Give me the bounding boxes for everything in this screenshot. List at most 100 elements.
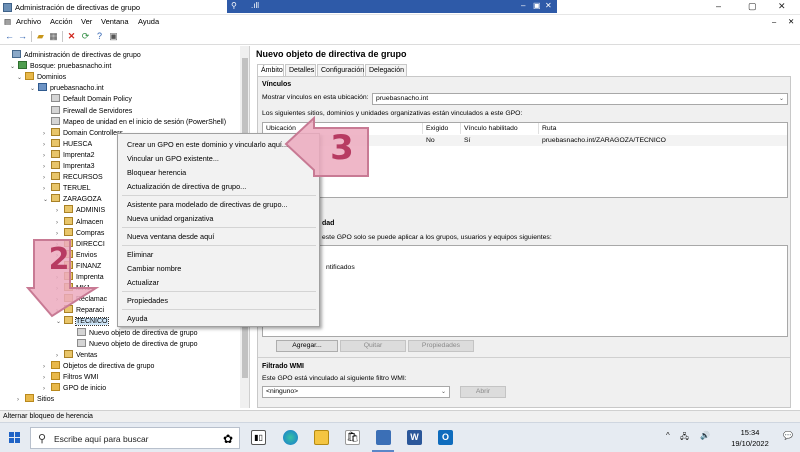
edge-icon[interactable] bbox=[283, 430, 298, 445]
tree-node-label: GPO de inicio bbox=[63, 385, 107, 392]
show-tree-icon[interactable]: ▦ bbox=[48, 31, 59, 42]
menu-accion[interactable]: Acción bbox=[50, 17, 73, 26]
menu-item-properties[interactable]: Propiedades bbox=[127, 296, 168, 305]
properties-button[interactable]: Propiedades bbox=[408, 340, 474, 352]
task-view-icon[interactable]: ▮▯ bbox=[251, 430, 266, 445]
security-filter-list[interactable]: ntificados bbox=[262, 245, 788, 337]
delete-icon[interactable]: ✕ bbox=[66, 31, 77, 42]
minimize-button[interactable]: – bbox=[716, 1, 721, 11]
tree-node[interactable]: › Compras bbox=[56, 227, 105, 239]
column-exigido[interactable]: Exigido bbox=[423, 123, 461, 134]
menu-item-block-inheritance[interactable]: Bloquear herencia bbox=[127, 168, 186, 177]
taskbar-search[interactable]: ⚲ Escribe aquí para buscar ✿ bbox=[30, 427, 240, 449]
menu-ayuda[interactable]: Ayuda bbox=[138, 17, 159, 26]
column-vinculo-habilitado[interactable]: Vínculo habilitado bbox=[461, 123, 539, 134]
wmi-filter-dropdown[interactable]: <ninguno> ⌄ bbox=[262, 386, 450, 398]
rdp-close-button[interactable]: ✕ bbox=[545, 1, 552, 10]
tray-chevron-icon[interactable]: ^ bbox=[666, 431, 670, 440]
properties-icon[interactable]: ▣ bbox=[108, 31, 119, 42]
menu-archivo[interactable]: Archivo bbox=[16, 17, 41, 26]
menu-ver[interactable]: Ver bbox=[81, 17, 92, 26]
tab-detalles[interactable]: Detalles bbox=[285, 64, 316, 76]
menu-item-help[interactable]: Ayuda bbox=[127, 314, 148, 323]
tree-node[interactable]: › Almacen bbox=[56, 216, 103, 228]
tree-node[interactable]: › Objetos de directiva de grupo bbox=[43, 360, 154, 372]
menu-item-gp-update[interactable]: Actualización de directiva de grupo... bbox=[127, 182, 246, 191]
tree-node[interactable]: Nuevo objeto de directiva de grupo bbox=[69, 338, 198, 350]
mmc-close-button[interactable]: ✕ bbox=[788, 17, 794, 26]
tree-node[interactable]: › Imprenta2 bbox=[43, 149, 95, 161]
tree-node[interactable]: ⌄ Dominios bbox=[17, 72, 66, 83]
toolbar-separator bbox=[31, 31, 32, 42]
tree-node[interactable]: › Ventas bbox=[56, 349, 97, 361]
tree-node[interactable]: › GPO de inicio bbox=[43, 383, 106, 394]
rdp-minimize-button[interactable]: – bbox=[521, 1, 525, 10]
restore-button[interactable]: ▢ bbox=[748, 1, 757, 12]
tab-ambito[interactable]: Ámbito bbox=[257, 64, 284, 76]
tab-delegacion[interactable]: Delegación bbox=[365, 64, 407, 76]
menu-item-delete[interactable]: Eliminar bbox=[127, 250, 153, 259]
network-icon[interactable]: 🖧 bbox=[680, 431, 689, 445]
collapse-chevron-icon[interactable]: ⌄ bbox=[56, 317, 64, 328]
list-item[interactable]: ntificados bbox=[323, 262, 355, 273]
menu-item-modeling-wizard[interactable]: Asistente para modelado de directivas de… bbox=[127, 200, 288, 209]
collapse-chevron-icon[interactable]: ⌄ bbox=[30, 84, 38, 95]
server-manager-icon[interactable] bbox=[376, 430, 391, 445]
tree-node[interactable]: › Domain Controllers bbox=[43, 127, 123, 139]
up-folder-icon[interactable]: ▰ bbox=[35, 31, 46, 42]
tree-node[interactable]: Firewall de Servidores bbox=[43, 105, 132, 117]
windows-start-icon[interactable] bbox=[9, 432, 21, 444]
notifications-icon[interactable]: 💬 bbox=[783, 431, 793, 440]
tree-node-label: Compras bbox=[76, 229, 105, 237]
tree-node[interactable]: › ADMINIS bbox=[56, 205, 105, 216]
tree-node[interactable]: Mapeo de unidad en el inicio de sesión (… bbox=[43, 116, 226, 128]
tree-node[interactable]: › Imprenta3 bbox=[43, 161, 95, 172]
store-icon[interactable]: 🛍 bbox=[345, 430, 360, 445]
tree-node[interactable]: ⌄ Bosque: pruebasnacho.int bbox=[10, 61, 111, 72]
pin-icon[interactable]: ⚲ bbox=[231, 1, 237, 10]
tree-node[interactable]: ⌄ ZARAGOZA bbox=[43, 194, 102, 205]
tree-node[interactable]: › Sitios bbox=[17, 394, 54, 405]
connection-signal-icon[interactable]: .ıll bbox=[251, 1, 259, 10]
forward-icon[interactable]: → bbox=[17, 31, 28, 42]
word-icon[interactable]: W bbox=[407, 430, 422, 445]
tree-node[interactable]: Nuevo objeto de directiva de grupo bbox=[69, 327, 198, 339]
menu-item-link-existing-gpo[interactable]: Vincular un GPO existente... bbox=[127, 154, 219, 163]
menu-item-rename[interactable]: Cambiar nombre bbox=[127, 264, 181, 273]
close-button[interactable]: ✕ bbox=[778, 1, 786, 12]
taskbar-clock[interactable]: 15:34 19/10/2022 bbox=[722, 427, 778, 449]
file-explorer-icon[interactable] bbox=[314, 430, 329, 445]
tree-node[interactable]: › RECURSOS bbox=[43, 172, 103, 183]
menu-item-new-window[interactable]: Nueva ventana desde aquí bbox=[127, 232, 214, 241]
mmc-minimize-button[interactable]: – bbox=[772, 17, 776, 26]
tree-node[interactable]: ⌄ pruebasnacho.int bbox=[30, 83, 104, 94]
help-icon[interactable]: ? bbox=[94, 31, 105, 42]
tree-node[interactable]: Administración de directivas de grupo bbox=[4, 50, 141, 61]
tree-node[interactable]: Default Domain Policy bbox=[43, 94, 132, 105]
menu-ventana[interactable]: Ventana bbox=[101, 17, 129, 26]
expand-chevron-icon[interactable]: › bbox=[17, 395, 25, 406]
gpo-icon bbox=[51, 116, 60, 125]
tree-node[interactable]: ⌄ TECNICO bbox=[56, 316, 109, 328]
menu-item-new-ou[interactable]: Nueva unidad organizativa bbox=[127, 214, 213, 223]
rdp-restore-button[interactable]: ▣ bbox=[533, 1, 541, 10]
volume-icon[interactable]: 🔊 bbox=[700, 431, 710, 440]
remote-desktop-bar[interactable]: ⚲ .ıll – ▣ ✕ bbox=[227, 0, 557, 13]
collapse-chevron-icon[interactable]: ⌄ bbox=[17, 73, 25, 84]
remove-button[interactable]: Quitar bbox=[340, 340, 406, 352]
column-ruta[interactable]: Ruta bbox=[539, 123, 788, 134]
tree-node[interactable]: › TERUEL bbox=[43, 183, 91, 194]
refresh-icon[interactable]: ⟳ bbox=[80, 31, 91, 42]
tree-node[interactable]: › Filtros WMI bbox=[43, 371, 98, 383]
menu-item-create-gpo[interactable]: Crear un GPO en este dominio y vincularl… bbox=[127, 140, 288, 149]
tab-configuracion[interactable]: Configuración bbox=[317, 64, 364, 76]
outlook-icon[interactable]: O bbox=[438, 430, 453, 445]
back-icon[interactable]: ← bbox=[4, 31, 15, 42]
open-button[interactable]: Abrir bbox=[460, 386, 506, 398]
location-dropdown[interactable]: pruebasnacho.int ⌄ bbox=[372, 93, 788, 105]
add-button[interactable]: Agregar... bbox=[276, 340, 338, 352]
ou-icon bbox=[51, 194, 60, 203]
collapse-chevron-icon[interactable]: ⌄ bbox=[43, 195, 51, 206]
menu-item-refresh[interactable]: Actualizar bbox=[127, 278, 159, 287]
tree-node[interactable]: › HUESCA bbox=[43, 138, 92, 150]
